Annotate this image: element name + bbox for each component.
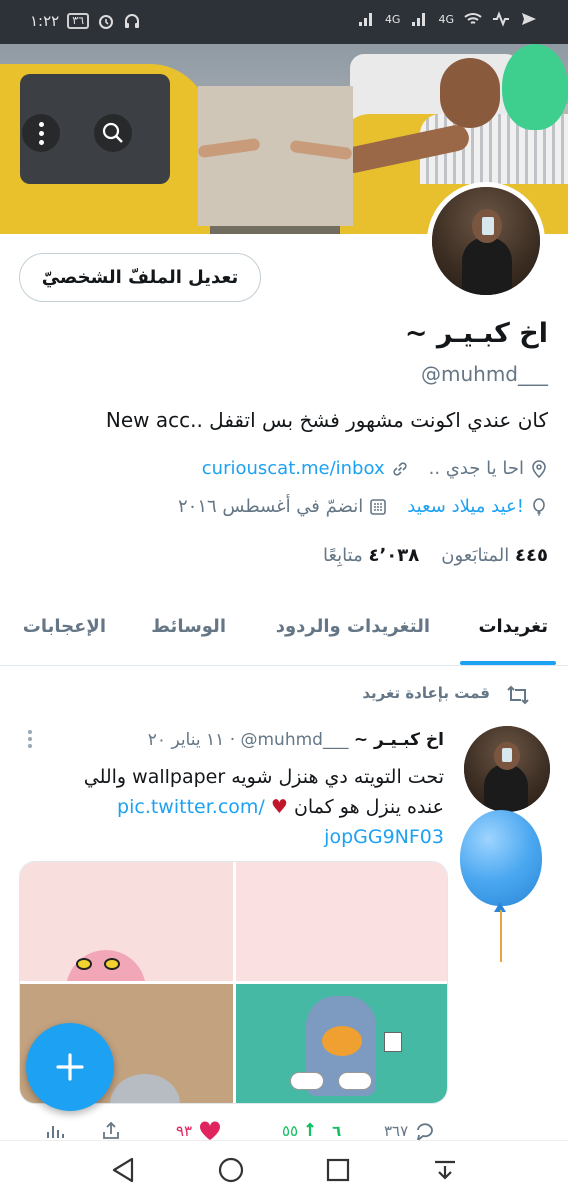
retweet-icon: [306, 1122, 314, 1136]
banner-man-head: [440, 58, 500, 128]
status-bar: ١:٢٢ ٣٦ 4G 4G: [0, 0, 568, 44]
plus-icon: [56, 1053, 84, 1081]
location-pin-icon: [532, 459, 546, 478]
tweet-text-line-1: تحت التويته دي هنزل شويه wallpaper واللي: [83, 766, 444, 788]
tweet-media-link-1[interactable]: pic.twitter.com/: [117, 796, 265, 818]
status-right: 4G 4G: [357, 10, 538, 28]
headphones-icon: [125, 14, 140, 28]
retweet-count-prefix: ٦: [332, 1122, 342, 1140]
send-icon: [522, 13, 536, 25]
profile-handle: @muhmd___: [420, 362, 548, 386]
reply-icon: [416, 1123, 434, 1142]
system-nav-bar: [0, 1140, 568, 1200]
tweet-author-name[interactable]: اخ كبـيـر ~: [354, 730, 444, 750]
profile-name: اخ كبـيـر ~: [404, 318, 548, 349]
back-icon[interactable]: [110, 1155, 138, 1185]
retweet-action[interactable]: ٦ ٥٥: [282, 1120, 341, 1142]
status-left: ١:٢٢ ٣٦: [30, 12, 141, 30]
signal-icon-2: [412, 13, 426, 26]
profile-avatar[interactable]: [427, 182, 545, 300]
tab-tweets-replies[interactable]: التغريدات والردود: [276, 616, 430, 637]
calendar-icon: [370, 498, 387, 515]
search-icon[interactable]: [94, 114, 132, 152]
profile-tabs: تغريدات التغريدات والردود الوسائط الإعجا…: [0, 600, 568, 666]
profile-joined-date: انضمّ في أغسطس ٢٠١٦: [178, 496, 364, 517]
signal-icon: [358, 13, 372, 26]
profile-birthday: عيد ميلاد سعيد!: [407, 496, 524, 517]
profile-location: احا يا جدي ..: [428, 458, 524, 479]
tab-media[interactable]: الوسائط: [151, 616, 226, 637]
tweet-author-handle: @muhmd___: [240, 730, 349, 750]
more-vertical-icon[interactable]: [22, 114, 60, 152]
followers-count: ٤٬٠٣٨: [368, 545, 420, 566]
like-action[interactable]: ٩٣: [176, 1120, 222, 1142]
media-image-2[interactable]: [236, 862, 447, 981]
network-label-2: 4G: [384, 12, 401, 26]
tweet-author-avatar[interactable]: [464, 726, 550, 812]
profile-meta-row-1: احا يا جدي .. curiouscat.me/inbox: [202, 458, 548, 479]
profile-meta-row-2: عيد ميلاد سعيد! انضمّ في أغسطس ٢٠١٦: [178, 496, 548, 517]
wifi-icon: [464, 13, 482, 24]
heart-emoji-icon: ♥: [270, 796, 288, 818]
follow-stats: ٤٤٥ المتابَعون ٤٬٠٣٨ متابِعًا: [323, 545, 548, 566]
profile-bio: كان عندي اكونت مشهور فشخ بس اتقفل ..New …: [105, 408, 548, 432]
tab-likes[interactable]: الإعجابات: [23, 616, 106, 637]
tweet-more-icon[interactable]: [28, 730, 34, 748]
balloon-icon: [533, 497, 545, 516]
followers-stat[interactable]: ٤٬٠٣٨ متابِعًا: [323, 545, 419, 566]
retweet-count: ٥٥: [282, 1122, 299, 1140]
tweet-text: تحت التويته دي هنزل شويه wallpaper واللي…: [64, 762, 444, 852]
like-count: ٩٣: [176, 1122, 193, 1140]
following-stat[interactable]: ٤٤٥ المتابَعون: [441, 545, 548, 566]
edit-profile-button[interactable]: تعديل الملفّ الشخصيّ: [19, 253, 261, 302]
share-action[interactable]: [100, 1120, 122, 1142]
analytics-action[interactable]: [44, 1120, 66, 1142]
reply-action[interactable]: ٣٦٧: [384, 1120, 436, 1142]
share-icon: [103, 1121, 119, 1139]
compose-tweet-button[interactable]: [26, 1023, 114, 1111]
clock: ١:٢٢: [30, 12, 60, 30]
heart-icon: [200, 1121, 221, 1140]
followers-label: متابِعًا: [322, 545, 363, 566]
link-icon: [393, 461, 407, 476]
green-balloon: [502, 44, 568, 130]
blue-balloon-string: [500, 910, 502, 962]
activity-icon: [493, 11, 509, 27]
following-label: المتابَعون: [441, 545, 510, 566]
alarm-icon: [99, 15, 114, 29]
active-tab-indicator: [460, 661, 556, 665]
recents-icon[interactable]: [324, 1155, 352, 1185]
following-count: ٤٤٥: [515, 545, 548, 566]
reply-count: ٣٦٧: [384, 1122, 409, 1140]
tab-tweets[interactable]: تغريدات: [478, 616, 548, 637]
notification-panel-icon[interactable]: [430, 1155, 460, 1185]
tweet-text-line-2: عنده ينزل هو كمان: [293, 796, 444, 818]
tweet-separator: ·: [229, 730, 236, 750]
media-image-4[interactable]: [236, 984, 447, 1103]
media-image-1[interactable]: [20, 862, 233, 981]
profile-website-link[interactable]: curiouscat.me/inbox: [202, 458, 385, 479]
network-label-1: 4G: [438, 12, 454, 26]
retweet-indicator-icon: [507, 685, 529, 705]
home-icon[interactable]: [216, 1155, 246, 1185]
tweet-date: ١١ يناير ٢٠: [147, 730, 225, 750]
analytics-icon: [47, 1126, 64, 1138]
retweet-note: قمت بإعادة تغريد: [362, 684, 490, 702]
battery-indicator: ٣٦: [67, 13, 90, 29]
tweet-header: اخ كبـيـر ~ @muhmd___ · ١١ يناير ٢٠: [148, 730, 444, 750]
blue-balloon: [460, 810, 542, 906]
tweet-media-link-2[interactable]: jopGG9NF03: [324, 826, 444, 848]
tweet-text-line-2-row: عنده ينزل هو كمان ♥ pic.twitter.com/: [64, 792, 444, 822]
